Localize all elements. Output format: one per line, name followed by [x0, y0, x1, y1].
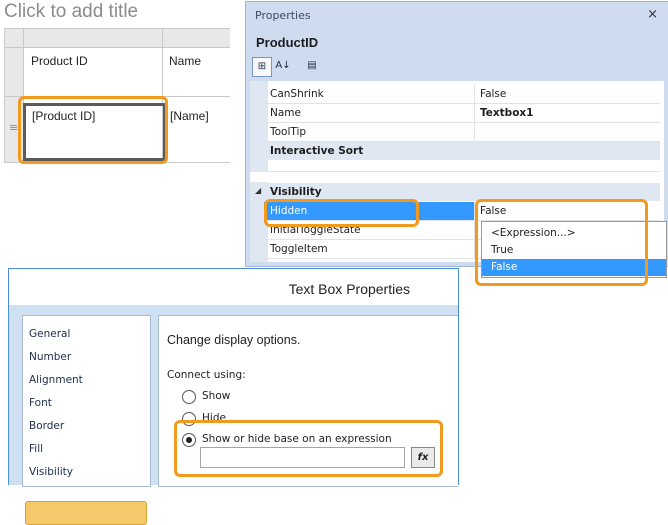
callout-highlight-dropdown — [475, 199, 648, 286]
property-pages-icon[interactable]: ▤ — [303, 57, 321, 75]
column-handle[interactable] — [24, 29, 162, 47]
nav-selection-highlight — [25, 501, 147, 525]
property-name: ToggleItem — [270, 243, 328, 255]
panel-break — [250, 172, 664, 182]
property-row-blank — [264, 160, 660, 172]
detail-row-grip-icon: ≡ — [9, 121, 19, 134]
header-cell-name[interactable]: Name — [169, 54, 201, 68]
radio-show-label[interactable]: Show — [202, 390, 230, 402]
property-name: Name — [270, 107, 301, 119]
property-row-tooltip[interactable]: ToolTip — [264, 123, 660, 142]
property-name: CanShrink — [270, 88, 324, 100]
callout-highlight-textbox — [18, 96, 168, 164]
properties-titlebar: Properties × — [246, 2, 668, 29]
header-cell-product-id[interactable]: Product ID — [31, 54, 88, 68]
dialog-titlebar: Text Box Properties — [9, 269, 458, 305]
nav-item-fill[interactable]: Fill — [29, 443, 43, 455]
nav-item-border[interactable]: Border — [29, 420, 64, 432]
property-value[interactable]: Textbox1 — [480, 107, 534, 119]
property-name: ToolTip — [270, 126, 307, 138]
connect-using-label: Connect using: — [167, 369, 246, 381]
nav-item-alignment[interactable]: Alignment — [29, 374, 83, 386]
nav-item-visibility[interactable]: Visibility — [29, 466, 73, 478]
property-row-name[interactable]: Name Textbox1 — [264, 104, 660, 123]
nav-item-font[interactable]: Font — [29, 397, 52, 409]
detail-cell-name[interactable]: [Name] — [170, 109, 209, 123]
collapse-triangle-icon[interactable]: ◢ — [255, 186, 261, 195]
callout-highlight-expression — [174, 420, 443, 477]
corner-handle[interactable] — [5, 29, 23, 47]
selected-object-name: ProductID — [256, 35, 319, 50]
row-handle-header[interactable] — [5, 48, 23, 96]
property-value[interactable]: False — [480, 88, 506, 100]
callout-highlight-hidden — [264, 199, 419, 227]
content-heading: Change display options. — [167, 333, 301, 347]
column-handle[interactable] — [163, 29, 230, 47]
property-row-canshrink[interactable]: CanShrink False — [264, 85, 660, 104]
radio-show[interactable] — [182, 390, 196, 404]
nav-item-general[interactable]: General — [29, 328, 70, 340]
dialog-title: Text Box Properties — [288, 281, 410, 297]
category-label: Visibility — [270, 186, 322, 198]
properties-title: Properties — [255, 9, 311, 22]
categorized-icon[interactable]: ⊞ — [252, 57, 272, 77]
report-title-placeholder[interactable]: Click to add title — [4, 1, 138, 23]
alphabetical-sort-icon[interactable]: A↓ — [274, 57, 292, 75]
category-label: Interactive Sort — [270, 145, 364, 157]
category-interactive-sort[interactable]: Interactive Sort — [264, 142, 660, 160]
nav-item-number[interactable]: Number — [29, 351, 71, 363]
dialog-nav-pane: General Number Alignment Font Border Fil… — [22, 315, 151, 525]
close-icon[interactable]: × — [647, 7, 658, 22]
